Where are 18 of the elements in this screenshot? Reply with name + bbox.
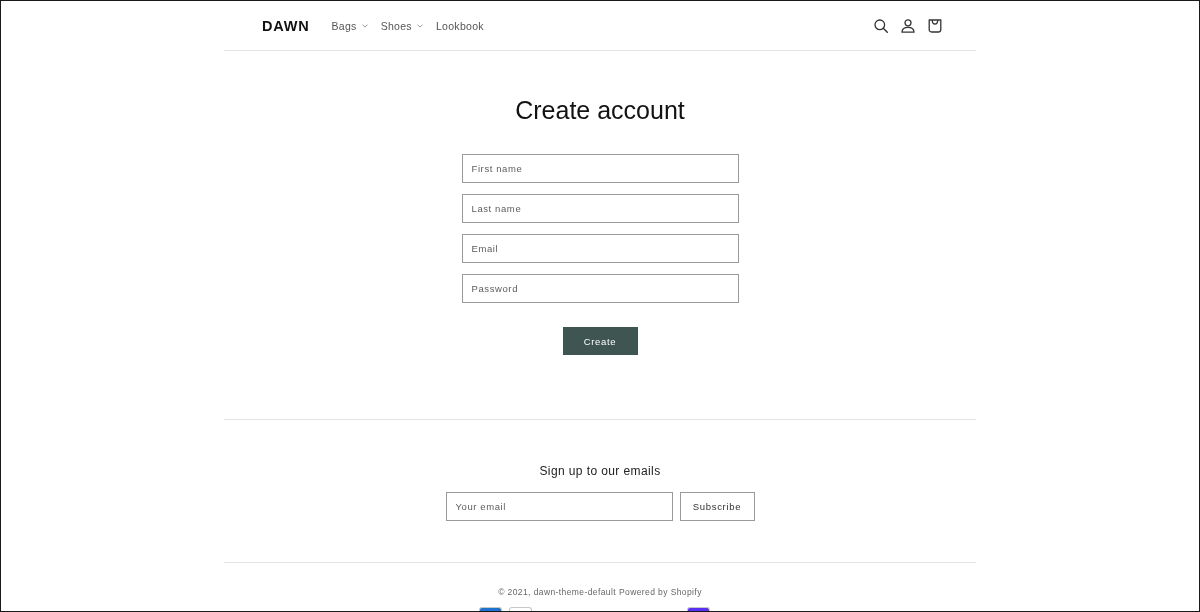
powered-by-link[interactable]: Powered by Shopify bbox=[619, 586, 702, 598]
input-field[interactable]: First name bbox=[461, 154, 739, 183]
newsletter-heading: Sign up to our emails bbox=[539, 463, 661, 479]
input-field[interactable]: Password bbox=[461, 274, 739, 303]
store-logo[interactable]: DAWN bbox=[262, 17, 310, 34]
nav-link[interactable]: Shoes bbox=[380, 19, 423, 32]
nav-link[interactable]: Lookbook bbox=[435, 19, 484, 32]
email-field[interactable]: Your email bbox=[445, 492, 673, 521]
subscribe-button[interactable]: Subscribe bbox=[679, 492, 755, 521]
search-icon[interactable] bbox=[874, 18, 888, 33]
person-icon[interactable] bbox=[901, 18, 915, 33]
nav-link[interactable]: Bags bbox=[331, 19, 368, 32]
copyright-text: © 2021, dawn-theme-default bbox=[498, 586, 616, 598]
bag-icon[interactable] bbox=[928, 18, 942, 33]
input-field[interactable]: Email bbox=[461, 234, 739, 263]
input-field[interactable]: Last name bbox=[461, 194, 739, 223]
create-button[interactable]: Create bbox=[562, 327, 638, 355]
page-title: Create account bbox=[515, 95, 685, 125]
